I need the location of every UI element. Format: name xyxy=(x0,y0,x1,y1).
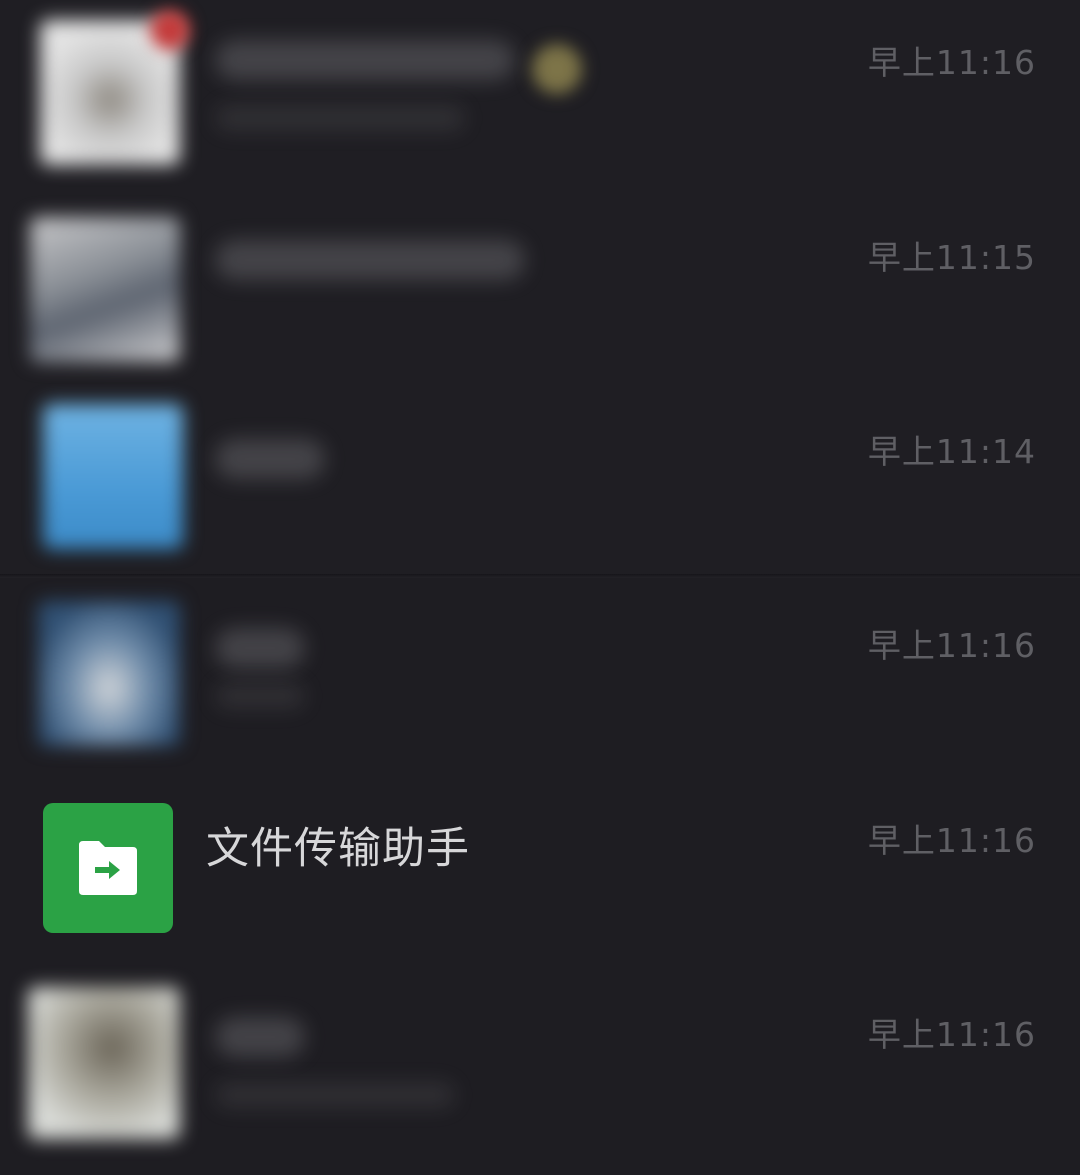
last-message-blurred xyxy=(215,1082,455,1108)
contact-name-blurred xyxy=(215,1017,305,1057)
chat-time: 早上11:14 xyxy=(867,432,1036,471)
chat-time: 早上11:16 xyxy=(867,626,1036,665)
avatar xyxy=(28,987,180,1139)
chat-time: 早上11:15 xyxy=(867,238,1036,277)
avatar xyxy=(30,217,180,362)
contact-name-blurred xyxy=(215,240,525,280)
folder-arrow-icon xyxy=(79,841,137,895)
chat-time: 早上11:16 xyxy=(867,43,1036,82)
chat-time: 早上11:16 xyxy=(867,821,1036,860)
contact-name-blurred xyxy=(215,40,515,80)
chat-time: 早上11:16 xyxy=(867,1015,1036,1054)
unread-badge xyxy=(150,10,190,50)
chat-list-item[interactable]: 早上11:14 xyxy=(0,389,1080,582)
chat-list-item[interactable]: 早上11:15 xyxy=(0,195,1080,388)
contact-name-blurred xyxy=(215,628,305,668)
avatar xyxy=(43,404,183,549)
chat-list-item-file-transfer[interactable]: 文件传输助手 早上11:16 xyxy=(0,778,1080,971)
avatar xyxy=(43,803,173,933)
chat-list-screen: 早上11:16 早上11:15 早上11:14 早上11:16 文件传输助手 早… xyxy=(0,0,1080,1175)
avatar xyxy=(38,601,180,746)
chat-list-item[interactable]: 早上11:16 xyxy=(0,0,1080,193)
contact-name-blurred xyxy=(215,439,325,479)
chat-list-item[interactable]: 早上11:16 xyxy=(0,583,1080,776)
chat-list-item[interactable]: 早上11:16 xyxy=(0,972,1080,1165)
last-message-blurred xyxy=(215,105,465,131)
chat-title: 文件传输助手 xyxy=(206,824,470,874)
emoji-icon xyxy=(532,44,582,94)
last-message-blurred xyxy=(215,683,305,709)
